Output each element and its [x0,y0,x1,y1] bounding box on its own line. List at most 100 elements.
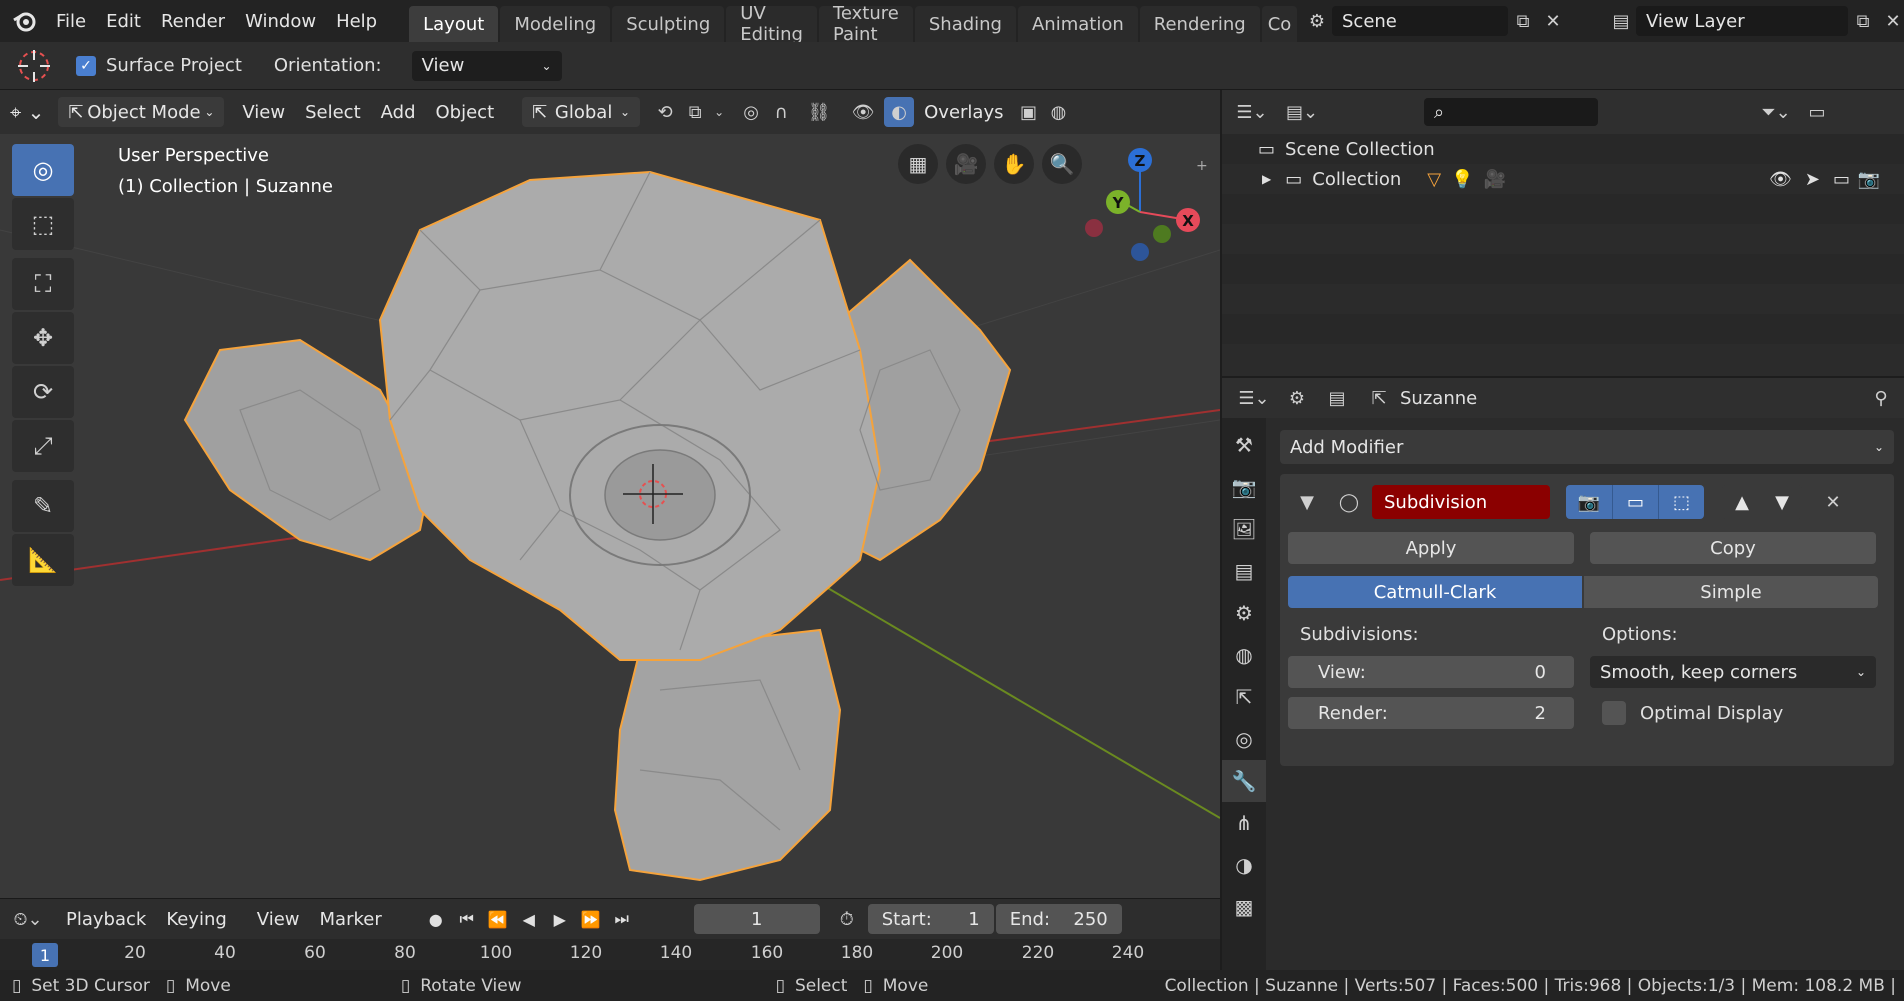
render-levels-field[interactable]: Render: 2 [1288,697,1574,729]
annotate-tool-button[interactable]: ✎ [12,480,74,532]
scale-tool-button[interactable]: ⤢ [12,420,74,472]
rotate-tool-button[interactable]: ⟳ [12,366,74,418]
visibility-eye-icon[interactable]: 👁 [1769,169,1792,190]
current-frame-field[interactable]: 1 [693,904,820,934]
view-layer-icon[interactable]: ▤ [1606,6,1636,36]
outliner-search-input[interactable]: ⌕ [1424,98,1598,126]
3d-viewport[interactable]: ⌖ ⌄ ⇱ Object Mode ⌄ View Select Add Obje… [0,90,1220,898]
transform-tool-button[interactable]: ⛶ [12,258,74,310]
editor-type-icon[interactable]: ⌖ ⌄ [0,90,54,134]
tab-compositing[interactable]: Co [1261,6,1298,42]
pin-icon[interactable]: ⚲ [1866,383,1896,413]
apply-button[interactable]: Apply [1288,532,1574,564]
edit-mode-toggle-icon[interactable]: ⬚ [1658,485,1704,519]
display-mode-icon[interactable]: ▤⌄ [1280,97,1324,127]
transform-orientation-dropdown[interactable]: ⇱ Global ⌄ [522,97,641,127]
grid-view-icon[interactable]: ▦ [898,144,938,184]
wireframe-shading-icon[interactable]: ◍ [1043,97,1073,127]
snap-icon[interactable]: ⧉ [680,97,710,127]
blender-logo-icon[interactable] [0,0,46,42]
menu-timeline-view[interactable]: View [247,899,310,939]
menu-window[interactable]: Window [235,0,326,42]
scene-tab-icon[interactable]: ⚙ [1222,592,1266,634]
start-frame-field[interactable]: Start: 1 [867,904,994,934]
menu-select[interactable]: Select [295,90,371,134]
falloff-icon[interactable]: ∩ [766,97,796,127]
end-frame-field[interactable]: End: 250 [995,904,1122,934]
expand-arrow-icon[interactable]: ▶ [1262,172,1271,186]
pan-hand-icon[interactable]: ✋ [994,144,1034,184]
camera-view-icon[interactable]: 🎥 [946,144,986,184]
record-icon[interactable]: ● [422,905,450,933]
outliner-editor-icon[interactable]: ☰⌄ [1230,97,1274,127]
copy-button[interactable]: Copy [1590,532,1876,564]
object-context-icon[interactable]: ⇱ [1364,383,1394,413]
delete-scene-icon[interactable]: ✕ [1538,6,1568,36]
menu-object[interactable]: Object [426,90,505,134]
new-view-layer-icon[interactable]: ⧉ [1848,6,1878,36]
tab-shading[interactable]: Shading [914,6,1016,42]
measure-tool-button[interactable]: 📐 [12,534,74,586]
current-frame-indicator[interactable]: 1 [32,943,58,967]
view-layer-tab-icon[interactable]: ▤ [1222,550,1266,592]
modifier-name-field[interactable]: Subdivision [1372,485,1550,519]
outliner-row-collection[interactable]: ▶ ▭ Collection ▽ 💡 🎥 👁 ➤ ▭ 📷 [1222,164,1904,194]
view-levels-field[interactable]: View: 0 [1288,656,1574,688]
remove-modifier-icon[interactable]: ✕ [1818,487,1848,517]
mesh-object-icon[interactable]: ▽ [1427,169,1441,190]
tab-uv-editing[interactable]: UV Editing [726,3,817,42]
move-down-icon[interactable]: ▼ [1762,485,1802,519]
viewport-display-icon[interactable]: ▭ [1833,169,1850,190]
jump-end-icon[interactable]: ⏭ [608,905,636,933]
selectability-icon[interactable]: 👁 [848,97,878,127]
light-object-icon[interactable]: 💡 [1451,169,1473,190]
new-scene-icon[interactable]: ⧉ [1508,6,1538,36]
viewport-toggle-icon[interactable]: ▭ [1612,485,1658,519]
select-box-tool-button[interactable]: ⬚ [12,198,74,250]
tool-tab-icon[interactable]: ⚒ [1222,424,1266,466]
mode-dropdown[interactable]: ⇱ Object Mode ⌄ [58,97,225,127]
play-reverse-icon[interactable]: ◀ [515,905,543,933]
menu-view[interactable]: View [232,90,295,134]
menu-marker[interactable]: Marker [310,899,392,939]
surface-project-checkbox[interactable]: ✓ [76,55,96,76]
orientation-dropdown[interactable]: View ⌄ [411,50,562,81]
scene-context-icon[interactable]: ⚙ [1282,383,1312,413]
menu-keying[interactable]: Keying [156,899,236,939]
view-layer-context-icon[interactable]: ▤ [1322,383,1352,413]
object-data-tab-icon[interactable]: ⋔ [1222,802,1266,844]
render-toggle-icon[interactable]: 📷 [1566,485,1612,519]
physics-tab-icon[interactable]: ◎ [1222,718,1266,760]
simple-button[interactable]: Simple [1584,576,1878,608]
pivot-icon[interactable]: ⟲ [650,97,680,127]
world-tab-icon[interactable]: ◍ [1222,634,1266,676]
output-tab-icon[interactable]: 🖼 [1222,508,1266,550]
material-tab-icon[interactable]: ◑ [1222,844,1266,886]
plus-icon[interactable]: + [1196,158,1208,174]
move-tool-button[interactable]: ✥ [12,312,74,364]
add-modifier-dropdown[interactable]: Add Modifier ⌄ [1280,430,1894,464]
move-up-icon[interactable]: ▲ [1722,485,1762,519]
xray-icon[interactable]: ▣ [1013,97,1043,127]
menu-render[interactable]: Render [151,0,235,42]
outliner-row-scene-collection[interactable]: ▭ Scene Collection [1222,134,1904,164]
stopwatch-icon[interactable]: ⏱ [832,904,862,934]
jump-keyframe-back-icon[interactable]: ⏪ [484,905,512,933]
modifier-tab-icon[interactable]: 🔧 [1222,760,1266,802]
tab-animation[interactable]: Animation [1017,6,1138,42]
new-collection-icon[interactable]: ▭ [1802,97,1832,127]
properties-editor-icon[interactable]: ☰⌄ [1232,383,1276,413]
menu-help[interactable]: Help [326,0,387,42]
camera-object-icon[interactable]: 🎥 [1484,169,1506,190]
navigation-gizmo[interactable]: Z X Y [1070,140,1210,270]
jump-keyframe-forward-icon[interactable]: ⏩ [577,905,605,933]
render-camera-icon[interactable]: 📷 [1858,169,1880,190]
collapse-arrow-icon[interactable]: ▼ [1292,487,1322,517]
selectable-arrow-icon[interactable]: ➤ [1805,169,1820,190]
overlays-dropdown[interactable]: Overlays [914,90,1013,134]
tab-rendering[interactable]: Rendering [1139,6,1260,42]
texture-tab-icon[interactable]: ▩ [1222,886,1266,928]
frame-ruler[interactable]: 1 20 40 60 80 100 120 140 160 180 200 22… [0,939,1220,971]
tab-texture-paint[interactable]: Texture Paint [818,3,913,42]
menu-edit[interactable]: Edit [96,0,151,42]
